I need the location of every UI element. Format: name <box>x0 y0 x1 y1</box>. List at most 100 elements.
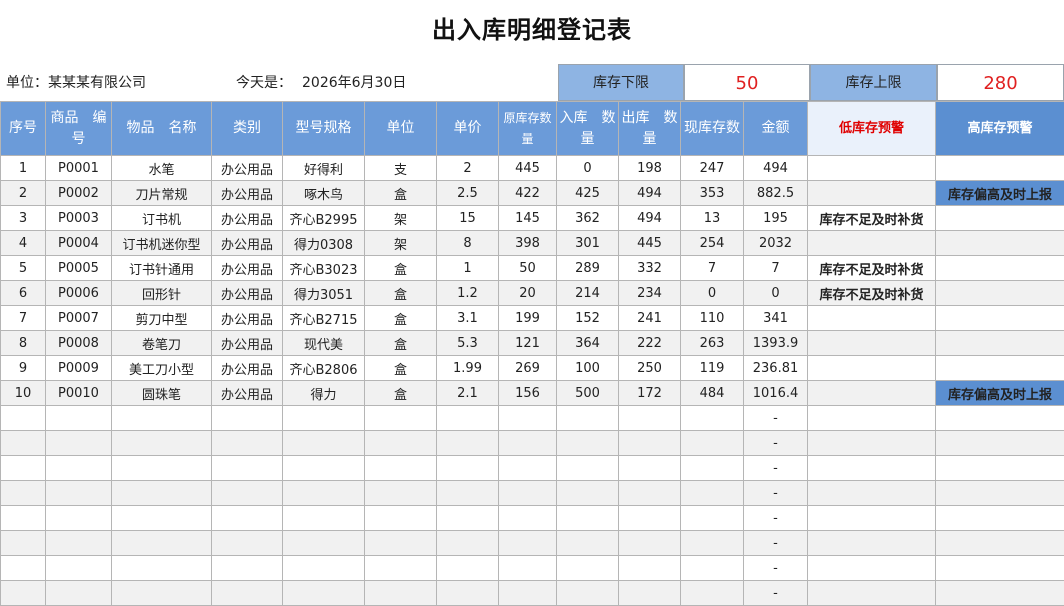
cell-item-name[interactable]: 水笔 <box>111 155 212 181</box>
cell-amount[interactable]: - <box>743 430 808 456</box>
cell-original-stock[interactable]: 269 <box>498 355 557 381</box>
cell-item-name[interactable] <box>111 580 212 606</box>
cell-high-stock-warning[interactable] <box>935 255 1064 281</box>
cell-inbound-qty[interactable] <box>556 580 619 606</box>
cell-seq[interactable] <box>0 580 46 606</box>
cell-outbound-qty[interactable]: 241 <box>618 305 681 331</box>
cell-outbound-qty[interactable]: 494 <box>618 180 681 206</box>
cell-low-stock-warning[interactable]: 库存不足及时补货 <box>807 205 936 231</box>
cell-outbound-qty[interactable]: 222 <box>618 330 681 356</box>
cell-item-name[interactable] <box>111 405 212 431</box>
cell-high-stock-warning[interactable] <box>935 455 1064 481</box>
header-current-stock[interactable]: 现库存数 <box>680 101 744 156</box>
cell-seq[interactable] <box>0 505 46 531</box>
cell-inbound-qty[interactable]: 500 <box>556 380 619 406</box>
cell-low-stock-warning[interactable] <box>807 455 936 481</box>
cell-outbound-qty[interactable]: 445 <box>618 230 681 256</box>
cell-amount[interactable]: - <box>743 555 808 581</box>
cell-low-stock-warning[interactable] <box>807 305 936 331</box>
cell-current-stock[interactable]: 247 <box>680 155 744 181</box>
cell-current-stock[interactable] <box>680 405 744 431</box>
cell-category[interactable]: 办公用品 <box>211 305 283 331</box>
cell-model[interactable]: 现代美 <box>282 330 365 356</box>
cell-high-stock-warning[interactable] <box>935 305 1064 331</box>
cell-price[interactable]: 2 <box>436 155 499 181</box>
cell-amount[interactable]: 494 <box>743 155 808 181</box>
cell-current-stock[interactable]: 119 <box>680 355 744 381</box>
cell-category[interactable]: 办公用品 <box>211 155 283 181</box>
cell-model[interactable] <box>282 555 365 581</box>
header-category[interactable]: 类别 <box>211 101 283 156</box>
cell-original-stock[interactable]: 445 <box>498 155 557 181</box>
cell-category[interactable] <box>211 430 283 456</box>
upper-limit-value[interactable]: 280 <box>937 64 1064 101</box>
cell-high-stock-warning[interactable]: 库存偏高及时上报 <box>935 380 1064 406</box>
cell-seq[interactable]: 9 <box>0 355 46 381</box>
cell-inbound-qty[interactable]: 214 <box>556 280 619 306</box>
cell-high-stock-warning[interactable] <box>935 405 1064 431</box>
cell-low-stock-warning[interactable] <box>807 405 936 431</box>
cell-original-stock[interactable]: 422 <box>498 180 557 206</box>
cell-low-stock-warning[interactable] <box>807 505 936 531</box>
cell-seq[interactable] <box>0 530 46 556</box>
cell-unit[interactable] <box>364 555 437 581</box>
cell-unit[interactable]: 架 <box>364 230 437 256</box>
cell-model[interactable]: 得力3051 <box>282 280 365 306</box>
cell-current-stock[interactable] <box>680 505 744 531</box>
cell-seq[interactable] <box>0 405 46 431</box>
cell-unit[interactable]: 架 <box>364 205 437 231</box>
cell-model[interactable]: 好得利 <box>282 155 365 181</box>
cell-unit[interactable] <box>364 530 437 556</box>
cell-model[interactable]: 啄木鸟 <box>282 180 365 206</box>
cell-category[interactable] <box>211 505 283 531</box>
cell-product-code[interactable] <box>45 530 112 556</box>
cell-low-stock-warning[interactable] <box>807 530 936 556</box>
cell-price[interactable]: 5.3 <box>436 330 499 356</box>
header-unit[interactable]: 单位 <box>364 101 437 156</box>
cell-seq[interactable] <box>0 480 46 506</box>
cell-model[interactable]: 齐心B2995 <box>282 205 365 231</box>
cell-high-stock-warning[interactable] <box>935 555 1064 581</box>
cell-high-stock-warning[interactable] <box>935 355 1064 381</box>
cell-inbound-qty[interactable] <box>556 530 619 556</box>
cell-seq[interactable]: 4 <box>0 230 46 256</box>
cell-product-code[interactable] <box>45 505 112 531</box>
cell-high-stock-warning[interactable] <box>935 280 1064 306</box>
cell-low-stock-warning[interactable]: 库存不足及时补货 <box>807 255 936 281</box>
cell-category[interactable] <box>211 530 283 556</box>
cell-low-stock-warning[interactable] <box>807 330 936 356</box>
lower-limit-value[interactable]: 50 <box>684 64 810 101</box>
cell-price[interactable] <box>436 480 499 506</box>
cell-unit[interactable] <box>364 405 437 431</box>
cell-low-stock-warning[interactable]: 库存不足及时补货 <box>807 280 936 306</box>
cell-item-name[interactable]: 剪刀中型 <box>111 305 212 331</box>
cell-price[interactable]: 8 <box>436 230 499 256</box>
cell-seq[interactable] <box>0 430 46 456</box>
cell-seq[interactable] <box>0 455 46 481</box>
cell-amount[interactable]: 7 <box>743 255 808 281</box>
cell-inbound-qty[interactable] <box>556 480 619 506</box>
cell-original-stock[interactable]: 156 <box>498 380 557 406</box>
cell-category[interactable] <box>211 555 283 581</box>
cell-original-stock[interactable] <box>498 505 557 531</box>
cell-item-name[interactable] <box>111 430 212 456</box>
cell-amount[interactable]: - <box>743 580 808 606</box>
cell-inbound-qty[interactable] <box>556 430 619 456</box>
cell-current-stock[interactable]: 353 <box>680 180 744 206</box>
cell-original-stock[interactable]: 145 <box>498 205 557 231</box>
cell-outbound-qty[interactable]: 198 <box>618 155 681 181</box>
cell-low-stock-warning[interactable] <box>807 180 936 206</box>
cell-current-stock[interactable] <box>680 580 744 606</box>
cell-category[interactable]: 办公用品 <box>211 230 283 256</box>
cell-category[interactable]: 办公用品 <box>211 355 283 381</box>
cell-model[interactable] <box>282 405 365 431</box>
cell-seq[interactable]: 3 <box>0 205 46 231</box>
cell-low-stock-warning[interactable] <box>807 480 936 506</box>
cell-model[interactable] <box>282 430 365 456</box>
cell-amount[interactable]: 236.81 <box>743 355 808 381</box>
cell-category[interactable] <box>211 405 283 431</box>
cell-unit[interactable]: 盒 <box>364 280 437 306</box>
cell-original-stock[interactable]: 121 <box>498 330 557 356</box>
cell-product-code[interactable] <box>45 455 112 481</box>
cell-unit[interactable] <box>364 455 437 481</box>
